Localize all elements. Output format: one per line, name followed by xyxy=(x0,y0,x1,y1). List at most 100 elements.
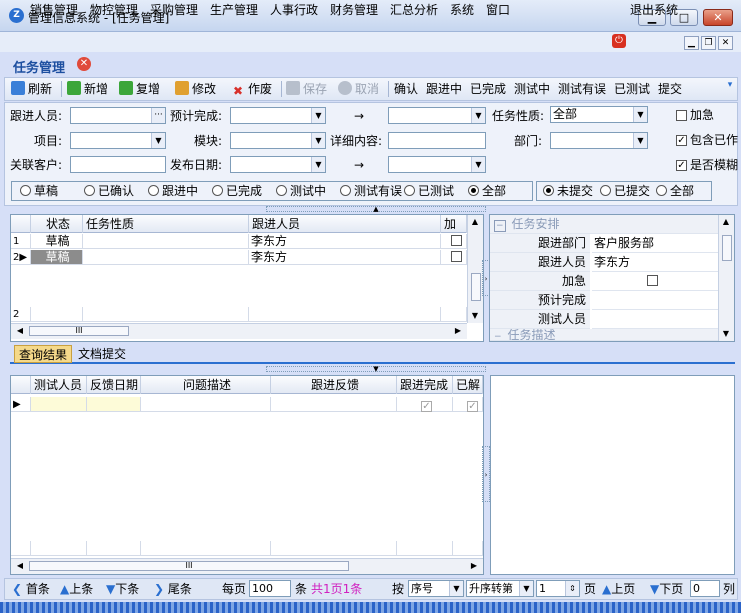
col-follow-complete[interactable]: 跟进完成 xyxy=(397,376,453,394)
publish-start-date[interactable]: ▼ xyxy=(230,156,326,173)
status-radio-draft[interactable]: 草稿 xyxy=(20,183,58,199)
submit-button[interactable]: 提交 xyxy=(658,80,682,98)
table-row[interactable]: 1 草稿 李东方 xyxy=(11,234,467,249)
property-category[interactable]: − 任务描述 xyxy=(490,329,718,341)
testing-button[interactable]: 测试中 xyxy=(514,80,550,98)
menu-material[interactable]: 物控管理 xyxy=(90,1,138,19)
menu-finance[interactable]: 财务管理 xyxy=(330,1,378,19)
previous-record-button[interactable]: ▲上条 xyxy=(60,581,93,597)
status-radio-following[interactable]: 跟进中 xyxy=(148,183,198,199)
col-task-nature[interactable]: 任务性质 xyxy=(83,215,249,233)
tab-close-icon[interactable]: ✕ xyxy=(77,57,91,71)
previous-page-button[interactable]: ▲上页 xyxy=(602,581,635,597)
property-category[interactable]: − 任务安排 xyxy=(490,215,718,234)
mdi-restore-button[interactable]: ❐ xyxy=(701,36,716,50)
col-feedback-date[interactable]: 反馈日期 xyxy=(87,376,141,394)
cancel-button[interactable]: 取消 xyxy=(338,80,379,98)
follow-complete-checkbox[interactable]: ✓ xyxy=(421,401,432,412)
feedback-date-cell[interactable] xyxy=(87,397,141,412)
property-value[interactable]: 李东方 xyxy=(592,253,718,272)
chevron-down-icon[interactable]: ▼ xyxy=(311,108,325,123)
scroll-down-icon[interactable]: ▼ xyxy=(719,327,733,341)
status-cell[interactable]: 草稿 xyxy=(31,234,83,249)
add-button[interactable]: 新增 xyxy=(67,80,108,98)
spinner-icon[interactable]: ⇕ xyxy=(565,581,579,596)
scroll-left-icon[interactable]: ◀ xyxy=(13,324,27,338)
page-number-input[interactable]: 1 ⇕ xyxy=(536,580,580,597)
follower-cell[interactable]: 李东方 xyxy=(249,250,441,265)
feedback-grid-hscroll[interactable]: ◀ III ▶ xyxy=(11,558,483,574)
urgent-property-checkbox[interactable] xyxy=(647,275,658,286)
task-nature-cell[interactable] xyxy=(83,250,249,265)
chevron-down-icon[interactable]: ▼ xyxy=(311,133,325,148)
status-radio-tested[interactable]: 已测试 xyxy=(404,183,454,199)
void-button[interactable]: ✖ 作废 xyxy=(231,80,272,98)
resolved-checkbox[interactable]: ✓ xyxy=(467,401,478,412)
power-icon[interactable]: ⏻ xyxy=(612,34,626,48)
menu-window[interactable]: 窗口 xyxy=(486,1,510,19)
chevron-down-icon[interactable]: ▼ xyxy=(471,157,485,172)
tab-task-management[interactable]: 任务管理 xyxy=(13,57,65,76)
ellipsis-icon[interactable]: ··· xyxy=(151,108,165,123)
urgent-checkbox[interactable] xyxy=(676,110,687,121)
col-status[interactable]: 状态 xyxy=(31,215,83,233)
expected-end-date[interactable]: ▼ xyxy=(388,107,486,124)
urgent-cell[interactable] xyxy=(441,250,467,265)
sort-field-select[interactable]: 序号 ▼ xyxy=(408,580,464,597)
scroll-right-icon[interactable]: ▶ xyxy=(451,324,465,338)
project-select[interactable]: ▼ xyxy=(70,132,166,149)
table-row[interactable]: ▶ ✓ ✓ xyxy=(11,397,483,412)
chevron-down-icon[interactable]: ▼ xyxy=(151,133,165,148)
first-record-button[interactable]: ❮ 首条 xyxy=(12,581,50,597)
urgent-cell-checkbox[interactable] xyxy=(451,251,462,262)
menu-purchase[interactable]: 采购管理 xyxy=(150,1,198,19)
status-cell[interactable]: 草稿 xyxy=(31,250,83,265)
task-nature-cell[interactable] xyxy=(83,234,249,249)
next-record-button[interactable]: ▼下条 xyxy=(106,581,139,597)
urgent-cell-checkbox[interactable] xyxy=(451,235,462,246)
property-value[interactable] xyxy=(592,272,718,291)
include-voided-checkbox[interactable]: ✓ xyxy=(676,135,687,146)
tester-cell[interactable] xyxy=(31,397,87,412)
scroll-thumb[interactable] xyxy=(471,273,481,301)
status-radio-all[interactable]: 全部 xyxy=(468,183,506,199)
col-follow-feedback[interactable]: 跟进反馈 xyxy=(271,376,397,394)
save-button[interactable]: 保存 xyxy=(286,80,327,98)
col-urgent[interactable]: 加急 xyxy=(441,215,467,233)
issue-description-cell[interactable] xyxy=(141,397,271,412)
status-radio-test-error[interactable]: 测试有误 xyxy=(340,183,402,199)
scroll-thumb[interactable]: III xyxy=(29,561,349,571)
collapse-icon[interactable]: − xyxy=(494,220,506,232)
completed-button[interactable]: 已完成 xyxy=(470,80,506,98)
module-select[interactable]: ▼ xyxy=(230,132,326,149)
property-value[interactable] xyxy=(592,310,718,329)
edit-button[interactable]: 修改 xyxy=(175,80,216,98)
menu-hr[interactable]: 人事行政 xyxy=(270,1,318,19)
refresh-button[interactable]: 刷新 xyxy=(11,80,52,98)
scroll-thumb[interactable] xyxy=(722,235,732,261)
task-nature-select[interactable]: 全部 ▼ xyxy=(550,106,648,123)
scroll-right-icon[interactable]: ▶ xyxy=(467,559,481,573)
last-record-button[interactable]: ❯ 尾条 xyxy=(154,581,192,597)
chevron-down-icon[interactable]: ▼ xyxy=(471,108,485,123)
copy-add-button[interactable]: 复增 xyxy=(119,80,160,98)
follower-input[interactable]: ··· xyxy=(70,107,166,124)
sort-order-select[interactable]: 升序转第 ▼ xyxy=(466,580,534,597)
task-grid-vscroll[interactable]: ▲ ▼ xyxy=(467,215,483,323)
per-page-input[interactable]: 100 xyxy=(249,580,291,597)
chevron-down-icon[interactable]: ▼ xyxy=(311,157,325,172)
table-row[interactable]: 2▶ 草稿 李东方 xyxy=(11,250,467,265)
scroll-thumb[interactable]: III xyxy=(29,326,129,336)
status-radio-testing[interactable]: 测试中 xyxy=(276,183,326,199)
follower-cell[interactable]: 李东方 xyxy=(249,234,441,249)
col-issue-description[interactable]: 问题描述 xyxy=(141,376,271,394)
tested-button[interactable]: 已测试 xyxy=(614,80,650,98)
menu-sales[interactable]: 销售管理 xyxy=(30,1,78,19)
expected-start-date[interactable]: ▼ xyxy=(230,107,326,124)
following-button[interactable]: 跟进中 xyxy=(426,80,462,98)
next-page-button[interactable]: ▼下页 xyxy=(650,581,683,597)
detail-input[interactable] xyxy=(388,132,486,149)
close-window-button[interactable]: ✕ xyxy=(703,9,733,26)
bottom-side-splitter-handle[interactable]: › xyxy=(482,446,490,502)
chevron-down-icon[interactable]: ▼ xyxy=(633,133,647,148)
